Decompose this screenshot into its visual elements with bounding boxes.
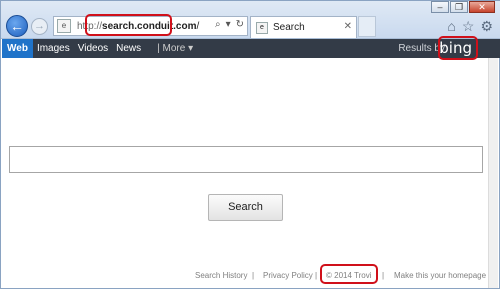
bing-highlight-annotation: [438, 36, 478, 60]
tab-label: Search: [273, 22, 305, 33]
nav-item-news[interactable]: News: [112, 39, 145, 58]
back-button[interactable]: ←: [6, 15, 28, 37]
search-input[interactable]: [9, 146, 483, 173]
footer-link-privacy-policy[interactable]: Privacy Policy: [263, 271, 313, 280]
address-bar[interactable]: e http:// search.conduit.com/ ⌕ ▾ ↻: [53, 14, 248, 36]
nav-item-images[interactable]: Images: [33, 39, 74, 58]
toolbar-icons: ⌂ ☆ ⚙: [447, 18, 493, 35]
favorites-icon[interactable]: ☆: [462, 18, 475, 35]
refresh-icon[interactable]: ↻: [236, 19, 244, 30]
new-tab-button[interactable]: [358, 16, 376, 37]
tab-search[interactable]: e Search ✕: [250, 16, 357, 38]
title-bar: – ❐ ✕ ← → e http:// search.conduit.com/ …: [1, 1, 500, 39]
home-icon[interactable]: ⌂: [447, 18, 455, 35]
tab-page-icon: e: [256, 21, 268, 34]
nav-item-web[interactable]: Web: [2, 39, 33, 58]
tab-close-icon[interactable]: ✕: [344, 21, 352, 32]
copyright-highlight-annotation: [320, 264, 378, 284]
footer-separator: |: [252, 271, 255, 280]
search-icon[interactable]: ⌕: [215, 19, 221, 30]
dropdown-icon[interactable]: ▾: [226, 19, 231, 30]
footer-separator: |: [315, 271, 318, 280]
gear-icon[interactable]: ⚙: [480, 18, 493, 35]
footer-link-search-history[interactable]: Search History: [195, 271, 247, 280]
forward-button[interactable]: →: [31, 18, 48, 35]
nav-item-videos[interactable]: Videos: [74, 39, 112, 58]
browser-window: – ❐ ✕ ← → e http:// search.conduit.com/ …: [0, 0, 500, 289]
search-navbar: Web Images Videos News | More ▾ Results …: [2, 39, 500, 58]
minimize-button[interactable]: –: [431, 1, 449, 13]
page-icon: e: [57, 19, 71, 33]
url-highlight-annotation: [85, 14, 172, 36]
footer-separator: |: [382, 271, 385, 280]
url-suffix: /: [196, 20, 200, 32]
search-button[interactable]: Search: [208, 194, 283, 221]
nav-item-more[interactable]: | More ▾: [153, 39, 197, 58]
window-controls: – ❐ ✕: [430, 1, 495, 13]
scrollbar[interactable]: [488, 58, 498, 288]
close-window-button[interactable]: ✕: [469, 1, 495, 13]
address-tools: ⌕ ▾ ↻: [215, 19, 244, 30]
restore-button[interactable]: ❐: [450, 1, 468, 13]
footer: Search History | Privacy Policy | © 2014…: [1, 269, 500, 283]
footer-link-make-homepage[interactable]: Make this your homepage: [394, 271, 486, 280]
